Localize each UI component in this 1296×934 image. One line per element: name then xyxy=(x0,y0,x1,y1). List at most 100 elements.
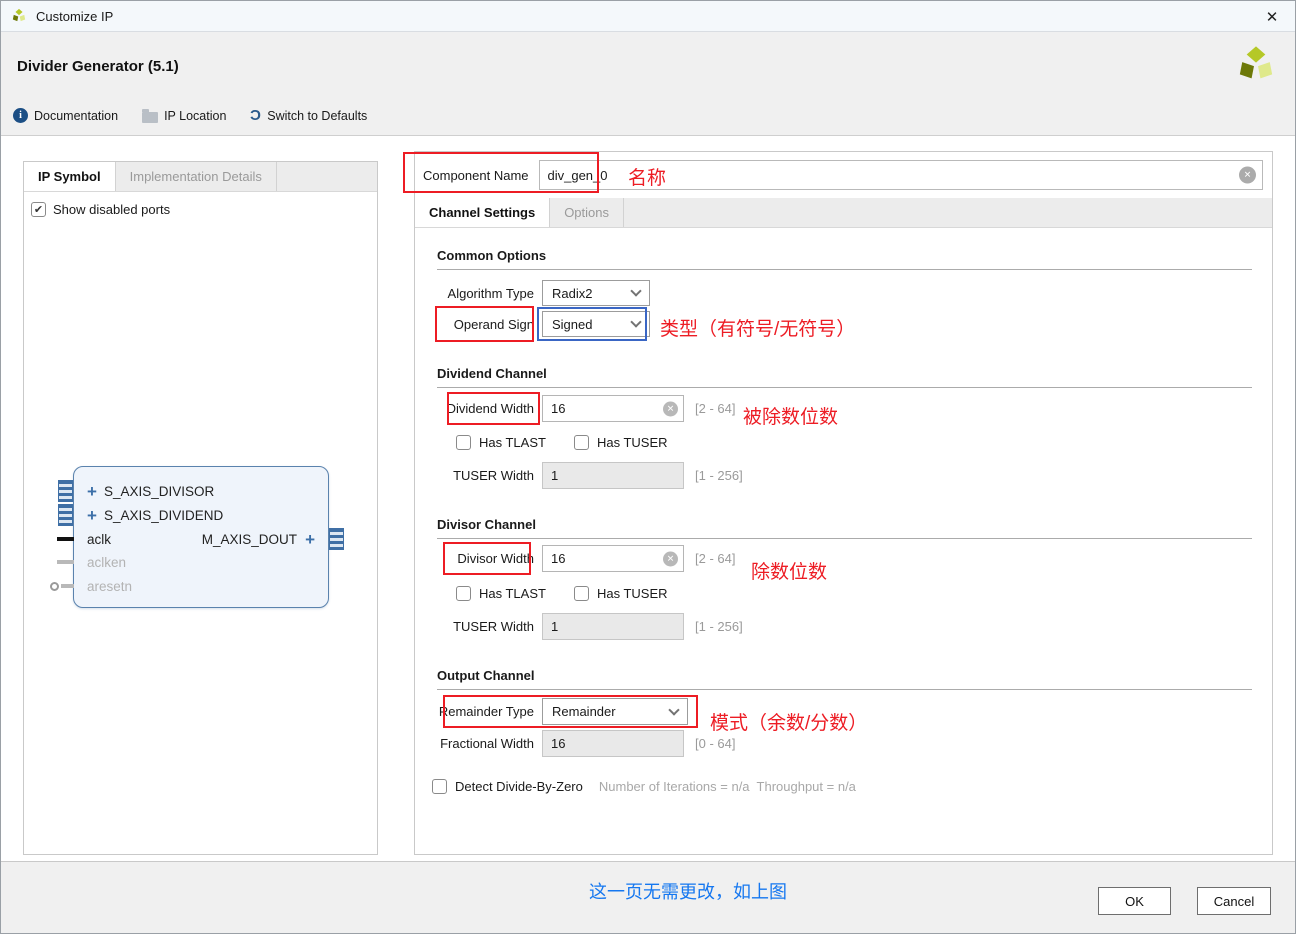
clear-icon[interactable]: ✕ xyxy=(663,551,678,566)
chevron-down-icon xyxy=(668,704,679,715)
info-icon: i xyxy=(13,108,28,123)
fractional-width-input xyxy=(542,730,684,757)
divisor-width-range: [2 - 64] xyxy=(695,551,735,566)
tab-implementation-details[interactable]: Implementation Details xyxy=(116,162,277,191)
dialog-header: Divider Generator (5.1) i Documentation … xyxy=(1,32,1295,136)
port-label: M_AXIS_DOUT xyxy=(202,532,297,547)
remainder-type-value: Remainder xyxy=(552,704,616,719)
operand-sign-value: Signed xyxy=(552,317,592,332)
left-tab-bar: IP Symbol Implementation Details xyxy=(24,162,377,192)
port-row: aclken xyxy=(74,551,328,574)
tuser-width-range: [1 - 256] xyxy=(695,619,743,634)
port-row: aresetn xyxy=(74,575,328,598)
algorithm-type-select[interactable]: Radix2 xyxy=(542,280,650,306)
channel-settings-form: Common Options Algorithm Type Radix2 Ope… xyxy=(415,228,1272,856)
customize-ip-dialog: Customize IP ✕ Divider Generator (5.1) i… xyxy=(0,0,1296,934)
tab-options[interactable]: Options xyxy=(550,198,624,227)
has-tuser-label: Has TUSER xyxy=(597,586,668,601)
operand-sign-select[interactable]: Signed xyxy=(542,311,650,337)
operand-sign-row: Operand Sign Signed xyxy=(437,311,650,337)
divisor-width-label: Divisor Width xyxy=(437,551,534,566)
close-icon[interactable]: ✕ xyxy=(1262,7,1282,27)
window-title: Customize IP xyxy=(36,9,113,24)
has-tuser-label: Has TUSER xyxy=(597,435,668,450)
port-row: + S_AXIS_DIVIDEND xyxy=(74,504,328,527)
refresh-icon: C xyxy=(250,108,261,123)
show-disabled-ports-checkbox[interactable]: ✔ xyxy=(31,202,46,217)
dividend-flags-row: Has TLAST Has TUSER xyxy=(456,435,668,450)
tab-channel-settings[interactable]: Channel Settings xyxy=(415,198,550,227)
dividend-width-wrap: ✕ xyxy=(542,395,684,422)
switch-to-defaults-label: Switch to Defaults xyxy=(267,109,367,123)
tab-ip-symbol[interactable]: IP Symbol xyxy=(24,162,116,191)
divisor-width-row: Divisor Width ✕ [2 - 64] xyxy=(437,545,735,572)
ok-button[interactable]: OK xyxy=(1098,887,1171,915)
plus-icon[interactable]: + xyxy=(87,507,97,524)
ip-symbol-diagram: + S_AXIS_DIVISOR + S_AXIS_DIVIDEND aclk … xyxy=(73,466,329,608)
remainder-type-row: Remainder Type Remainder xyxy=(437,698,688,725)
divisor-tuser-width-input xyxy=(542,613,684,640)
operand-sign-label: Operand Sign xyxy=(437,317,534,332)
switch-to-defaults-button[interactable]: C Switch to Defaults xyxy=(250,108,367,123)
component-name-input[interactable] xyxy=(539,160,1264,190)
fractional-width-range: [0 - 64] xyxy=(695,736,735,751)
dividend-width-row: Dividend Width ✕ [2 - 64] xyxy=(437,395,735,422)
port-row: + S_AXIS_DIVISOR xyxy=(74,480,328,503)
dividend-has-tuser-checkbox[interactable] xyxy=(574,435,589,450)
dividend-has-tlast-checkbox[interactable] xyxy=(456,435,471,450)
right-port-group: M_AXIS_DOUT + xyxy=(202,531,315,548)
bus-port-icon xyxy=(329,528,344,550)
port-label: aclk xyxy=(87,532,111,547)
wire-stub-icon xyxy=(61,584,74,588)
wire-stub-icon xyxy=(57,537,74,541)
ip-symbol-panel: IP Symbol Implementation Details ✔ Show … xyxy=(23,161,378,855)
section-title-divisor-channel: Divisor Channel xyxy=(437,517,1252,539)
dividend-tuser-width-row: TUSER Width [1 - 256] xyxy=(437,462,743,489)
fractional-width-row: Fractional Width [0 - 64] xyxy=(437,730,735,757)
page-title: Divider Generator (5.1) xyxy=(17,58,179,75)
dividend-has-tuser: Has TUSER xyxy=(574,435,668,450)
dialog-content: IP Symbol Implementation Details ✔ Show … xyxy=(1,136,1295,861)
clear-icon[interactable]: ✕ xyxy=(663,401,678,416)
divisor-tuser-width-row: TUSER Width [1 - 256] xyxy=(437,613,743,640)
cancel-button[interactable]: Cancel xyxy=(1197,887,1271,915)
ip-location-button[interactable]: IP Location xyxy=(142,109,226,123)
algorithm-type-row: Algorithm Type Radix2 xyxy=(437,280,650,306)
settings-tab-bar: Channel Settings Options xyxy=(415,198,1272,228)
port-label: aclken xyxy=(87,555,126,570)
component-name-row: Component Name ✕ xyxy=(415,152,1272,198)
detect-divide-by-zero-checkbox[interactable] xyxy=(432,779,447,794)
documentation-label: Documentation xyxy=(34,109,118,123)
xilinx-logo-icon xyxy=(11,8,27,24)
plus-icon[interactable]: + xyxy=(305,531,315,548)
has-tlast-label: Has TLAST xyxy=(479,586,546,601)
port-label: S_AXIS_DIVISOR xyxy=(104,484,214,499)
algorithm-type-label: Algorithm Type xyxy=(437,286,534,301)
algorithm-type-value: Radix2 xyxy=(552,286,592,301)
detect-divide-by-zero-label: Detect Divide-By-Zero xyxy=(455,779,583,794)
port-label: S_AXIS_DIVIDEND xyxy=(104,508,223,523)
divisor-has-tlast: Has TLAST xyxy=(456,586,546,601)
dividend-width-range: [2 - 64] xyxy=(695,401,735,416)
documentation-button[interactable]: i Documentation xyxy=(13,108,118,123)
component-name-wrap: ✕ xyxy=(539,160,1264,190)
remainder-type-select[interactable]: Remainder xyxy=(542,698,688,725)
tuser-width-label: TUSER Width xyxy=(437,468,534,483)
clear-icon[interactable]: ✕ xyxy=(1239,167,1256,184)
bus-port-icon xyxy=(58,480,73,502)
dividend-width-label: Dividend Width xyxy=(437,401,534,416)
bus-port-icon xyxy=(58,504,73,526)
detect-divide-by-zero-row: Detect Divide-By-Zero Number of Iteratio… xyxy=(432,779,856,794)
port-label: aresetn xyxy=(87,579,132,594)
divisor-width-wrap: ✕ xyxy=(542,545,684,572)
tuser-width-label: TUSER Width xyxy=(437,619,534,634)
dividend-tuser-width-input xyxy=(542,462,684,489)
divisor-has-tuser-checkbox[interactable] xyxy=(574,586,589,601)
tuser-width-range: [1 - 256] xyxy=(695,468,743,483)
show-disabled-ports-label: Show disabled ports xyxy=(53,202,170,217)
title-bar: Customize IP ✕ xyxy=(1,1,1295,32)
component-name-label: Component Name xyxy=(423,168,529,183)
plus-icon[interactable]: + xyxy=(87,483,97,500)
divisor-has-tlast-checkbox[interactable] xyxy=(456,586,471,601)
has-tlast-label: Has TLAST xyxy=(479,435,546,450)
